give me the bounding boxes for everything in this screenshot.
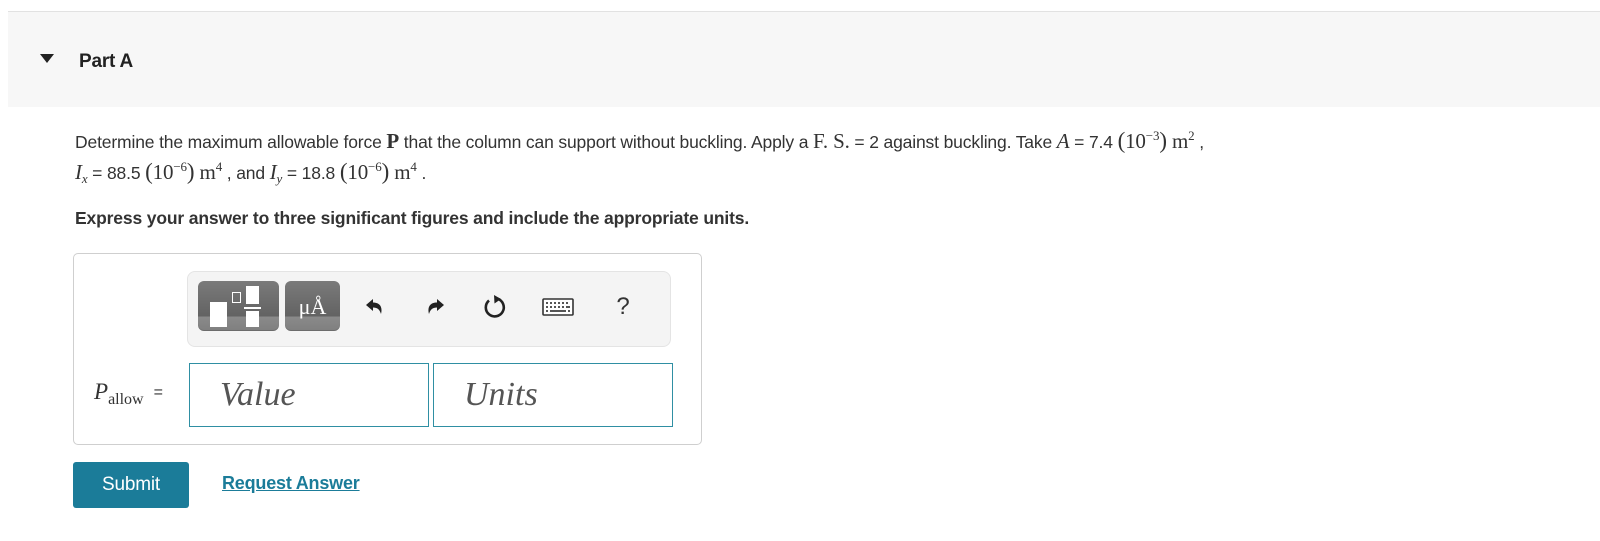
answer-instruction: Express your answer to three significant… bbox=[75, 208, 750, 228]
variable-symbol: P bbox=[94, 379, 109, 404]
math-toolbar: μÅ ? bbox=[187, 271, 671, 347]
help-icon: ? bbox=[616, 293, 630, 320]
units-input[interactable]: Units bbox=[433, 363, 673, 427]
answer-variable-label: Pallow = bbox=[94, 379, 163, 408]
question-text: Determine the maximum allowable force P … bbox=[75, 126, 1575, 188]
sentence-end: . bbox=[416, 163, 427, 183]
value-input[interactable]: Value bbox=[189, 363, 429, 427]
separator: , and bbox=[222, 163, 270, 183]
area-symbol: A bbox=[1056, 129, 1070, 153]
iy-exponent: (10−6) m4 bbox=[339, 159, 417, 184]
force-symbol-text: P bbox=[386, 129, 400, 153]
fs-symbol: F. S. bbox=[813, 129, 850, 153]
undo-button[interactable] bbox=[358, 290, 392, 324]
question-mid: that the column can support without buck… bbox=[399, 132, 814, 152]
ix-exponent: (10−6) m4 bbox=[145, 159, 223, 184]
question-intro: Determine the maximum allowable force bbox=[75, 132, 387, 152]
units-button[interactable]: μÅ bbox=[285, 281, 340, 331]
keyboard-icon bbox=[542, 298, 574, 316]
ix-exp: −6 bbox=[173, 159, 187, 174]
request-answer-link[interactable]: Request Answer bbox=[222, 473, 360, 494]
iy-symbol-text: I bbox=[269, 160, 277, 184]
ix-unit: m bbox=[199, 160, 216, 184]
area-exp-base: 10 bbox=[1125, 129, 1146, 153]
area-exp: −3 bbox=[1145, 128, 1160, 143]
units-icon: μÅ bbox=[298, 294, 327, 319]
help-button[interactable]: ? bbox=[606, 290, 640, 324]
reset-button[interactable] bbox=[478, 290, 512, 324]
iy-exp-base: 10 bbox=[347, 160, 369, 184]
area-value: = 7.4 bbox=[1069, 132, 1118, 152]
iy-exp: −6 bbox=[368, 159, 382, 174]
keyboard-button[interactable] bbox=[541, 290, 575, 324]
caret-down-icon bbox=[40, 53, 54, 63]
ix-symbol-text: I bbox=[75, 160, 82, 184]
part-title: Part A bbox=[79, 51, 134, 72]
area-unit: m bbox=[1171, 129, 1189, 153]
equals-sign: = bbox=[153, 384, 163, 401]
undo-icon bbox=[366, 299, 382, 314]
part-header: Part A bbox=[8, 11, 1600, 107]
fs-value: = 2 against buckling. Take bbox=[849, 132, 1057, 152]
answer-box: μÅ ? Pallow = Value Units bbox=[73, 253, 702, 445]
area-exponent: (10−3) m2 bbox=[1117, 128, 1195, 153]
page: Part A Determine the maximum allowable f… bbox=[0, 0, 1600, 541]
part-toggle-button[interactable] bbox=[36, 47, 58, 69]
iy-symbol: Iy bbox=[269, 160, 283, 185]
ix-value: = 88.5 bbox=[87, 163, 146, 183]
variable-subscript: allow bbox=[108, 391, 144, 408]
separator: , bbox=[1194, 132, 1204, 152]
iy-unit: m bbox=[394, 160, 411, 184]
force-symbol: P bbox=[386, 129, 399, 153]
redo-icon bbox=[428, 299, 444, 314]
iy-value: = 18.8 bbox=[282, 163, 340, 183]
redo-button[interactable] bbox=[418, 290, 452, 324]
area-expression: A bbox=[1057, 129, 1070, 153]
submit-button[interactable]: Submit bbox=[73, 462, 189, 508]
ix-exp-base: 10 bbox=[152, 160, 174, 184]
ix-symbol: Ix bbox=[75, 160, 88, 185]
reset-icon bbox=[484, 295, 506, 318]
templates-button[interactable] bbox=[198, 281, 279, 331]
